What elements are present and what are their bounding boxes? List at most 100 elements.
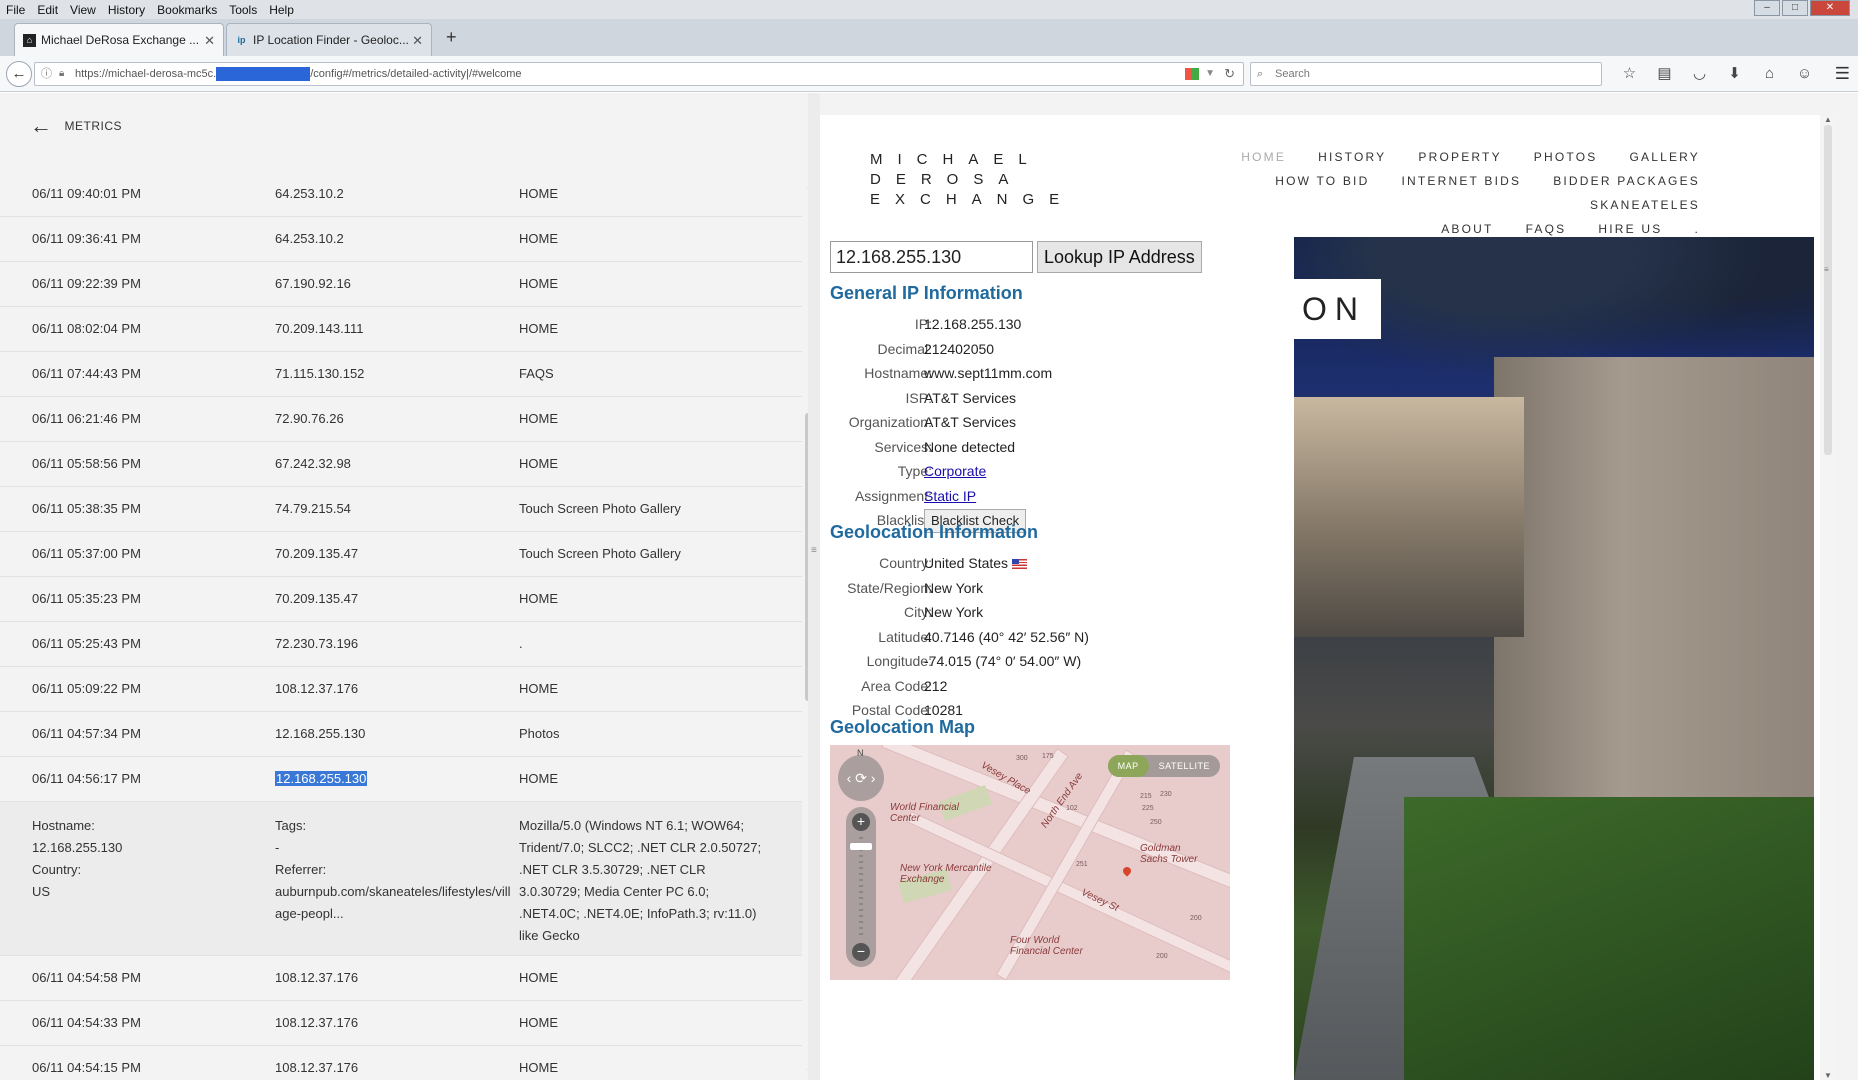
table-row[interactable]: 06/11 05:58:56 PM 67.242.32.98 HOME — [0, 442, 802, 487]
detail-hostname: 12.168.255.130 — [32, 840, 123, 855]
menu-item-help[interactable]: Help — [263, 3, 300, 17]
menu-icon[interactable]: ☰ — [1835, 62, 1850, 86]
minimize-icon[interactable]: – — [1754, 0, 1780, 16]
row-page: HOME — [519, 321, 558, 336]
nav-link-history[interactable]: HISTORY — [1318, 145, 1386, 169]
nav-link-bidder-packages[interactable]: BIDDER PACKAGES — [1553, 169, 1700, 193]
back-to-metrics-link[interactable]: ← METRICS — [30, 113, 122, 138]
reload-icon[interactable]: ↻ — [1224, 63, 1235, 85]
site-logo[interactable]: MICHAEL DEROSA EXCHANGE — [870, 150, 1074, 210]
row-time: 06/11 05:09:22 PM — [32, 681, 141, 696]
preview-scrollbar[interactable]: ▲ ≡ ▼ — [1820, 115, 1836, 1080]
table-row[interactable]: 06/11 04:54:58 PM 108.12.37.176 HOME — [0, 956, 802, 1001]
menu-item-tools[interactable]: Tools — [223, 3, 263, 17]
nav-link-photos[interactable]: PHOTOS — [1534, 145, 1598, 169]
zoom-in-button[interactable]: + — [852, 813, 870, 831]
satellite-view-button[interactable]: SATELLITE — [1149, 755, 1220, 777]
row-ip: 74.79.215.54 — [275, 501, 351, 516]
nav-link-home[interactable]: HOME — [1241, 145, 1286, 169]
maximize-icon[interactable]: □ — [1782, 0, 1808, 16]
menu-item-history[interactable]: History — [102, 3, 151, 17]
info-key: Area Code: — [861, 677, 932, 694]
dropdown-icon[interactable]: ▼ — [1205, 63, 1215, 85]
close-tab-icon[interactable]: ✕ — [412, 24, 423, 56]
splitter-grip-icon[interactable]: ≡ — [811, 545, 817, 556]
table-row[interactable]: 06/11 08:02:04 PM 70.209.143.111 HOME — [0, 307, 802, 352]
table-row[interactable]: 06/11 04:54:33 PM 108.12.37.176 HOME — [0, 1001, 802, 1046]
nav-link-how-to-bid[interactable]: HOW TO BID — [1275, 169, 1369, 193]
row-page: FAQS — [519, 366, 554, 381]
map-pan-control[interactable]: ‹ ⟳ › — [838, 755, 884, 801]
geolocation-heading: Geolocation Information — [830, 522, 1039, 542]
nav-link-property[interactable]: PROPERTY — [1418, 145, 1501, 169]
menu-item-file[interactable]: File — [0, 3, 31, 17]
url-bar[interactable]: ⓘ 🔒︎ https://michael-derosa-mc5c. /config… — [34, 62, 1244, 86]
info-value-text: 212 — [924, 677, 948, 694]
table-row[interactable]: 06/11 05:38:35 PM 74.79.215.54 Touch Scree… — [0, 487, 802, 532]
info-row: ISP: AT&T Services — [820, 386, 1270, 411]
row-page: HOME — [519, 771, 558, 786]
arrow-left-icon: ← — [30, 113, 53, 138]
table-row[interactable]: 06/11 04:56:17 PM 12.168.255.130 HOME — [0, 757, 802, 802]
table-row[interactable]: 06/11 09:40:01 PM 64.253.10.2 HOME — [0, 172, 802, 217]
close-tab-icon[interactable]: ✕ — [204, 24, 215, 56]
zoom-out-button[interactable]: − — [852, 943, 870, 961]
detail-tags-label: Tags: — [275, 818, 307, 833]
search-input[interactable]: ⌕ Search — [1250, 62, 1602, 86]
table-row[interactable]: 06/11 06:21:46 PM 72.90.76.26 HOME — [0, 397, 802, 442]
zoom-slider-knob[interactable] — [850, 843, 872, 850]
row-time: 06/11 05:35:23 PM — [32, 591, 141, 606]
zoom-track[interactable] — [859, 837, 863, 937]
info-value: Corporate — [924, 459, 986, 484]
table-row[interactable]: 06/11 04:54:15 PM 108.12.37.176 HOME — [0, 1046, 802, 1080]
row-ip: 72.230.73.196 — [275, 636, 359, 651]
map-number: 251 — [1076, 861, 1088, 868]
reading-list-icon[interactable]: ▤ — [1647, 62, 1682, 86]
menu-item-view[interactable]: View — [64, 3, 102, 17]
map-pin-icon[interactable] — [1121, 865, 1133, 877]
table-row[interactable]: 06/11 07:44:43 PM 71.115.130.152 FAQS — [0, 352, 802, 397]
scroll-down-icon[interactable]: ▼ — [1824, 1071, 1832, 1080]
ip-input[interactable] — [830, 241, 1033, 273]
table-row[interactable]: 06/11 04:57:34 PM 12.168.255.130 Photos — [0, 712, 802, 757]
info-icon[interactable]: ⓘ — [41, 63, 52, 85]
nav-link-gallery[interactable]: GALLERY — [1629, 145, 1700, 169]
geolocation-map-heading: Geolocation Map — [830, 717, 976, 737]
table-row[interactable]: 06/11 05:37:00 PM 70.209.135.47 Touch Scre… — [0, 532, 802, 577]
back-button[interactable]: ← — [6, 61, 32, 87]
row-time: 06/11 09:40:01 PM — [32, 186, 141, 201]
table-row[interactable]: 06/11 05:09:22 PM 108.12.37.176 HOME — [0, 667, 802, 712]
scrollbar-thumb[interactable] — [1824, 125, 1832, 455]
table-row[interactable]: 06/11 05:35:23 PM 70.209.135.47 HOME — [0, 577, 802, 622]
lookup-ip-button[interactable]: Lookup IP Address — [1037, 241, 1202, 273]
tab-michael-derosa[interactable]: ⌂ Michael DeRosa Exchange ... ✕ — [14, 23, 224, 56]
table-row[interactable]: 06/11 09:22:39 PM 67.190.92.16 HOME — [0, 262, 802, 307]
home-icon[interactable]: ⌂ — [1752, 62, 1787, 86]
pane-splitter[interactable]: ≡ — [808, 93, 820, 1080]
bookmark-star-icon[interactable]: ☆ — [1612, 62, 1647, 86]
info-link[interactable]: Corporate — [924, 463, 986, 479]
nav-link-internet-bids[interactable]: INTERNET BIDS — [1401, 169, 1521, 193]
site-favicon-icon: ⌂ — [23, 34, 36, 47]
hero-photo: ON — [1294, 237, 1814, 1080]
close-window-icon[interactable]: ✕ — [1810, 0, 1850, 16]
scroll-up-icon[interactable]: ▲ — [1824, 115, 1832, 124]
pocket-icon[interactable]: ◡ — [1682, 62, 1717, 86]
nav-link-skaneateles[interactable]: SKANEATELES — [1590, 193, 1700, 217]
table-row[interactable]: 06/11 05:25:43 PM 72.230.73.196. — [0, 622, 802, 667]
menu-item-edit[interactable]: Edit — [31, 3, 64, 17]
map-view-button[interactable]: MAP — [1107, 755, 1149, 777]
tab-ip-location-finder[interactable]: ip IP Location Finder - Geoloc... ✕ — [226, 23, 432, 56]
geolocation-map[interactable]: World Financial Center New York Mercanti… — [830, 745, 1230, 980]
chat-icon[interactable]: ☺ — [1787, 62, 1822, 86]
search-icon: ⌕ — [1257, 68, 1264, 80]
row-ip: 67.242.32.98 — [275, 456, 351, 471]
menu-item-bookmarks[interactable]: Bookmarks — [151, 3, 223, 17]
download-icon[interactable]: ⬇ — [1717, 62, 1752, 86]
new-tab-button[interactable]: + — [446, 19, 457, 56]
geolocation-info: Country: United States State/Region: New Yo… — [820, 551, 1270, 723]
info-link[interactable]: Static IP — [924, 488, 976, 504]
row-ip: 71.115.130.152 — [275, 366, 365, 381]
map-number: 200 — [1156, 953, 1168, 960]
table-row[interactable]: 06/11 09:36:41 PM 64.253.10.2 HOME — [0, 217, 802, 262]
